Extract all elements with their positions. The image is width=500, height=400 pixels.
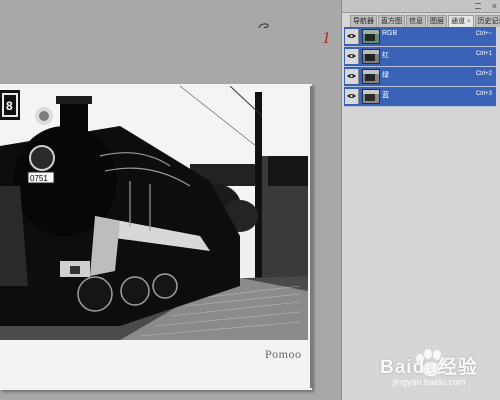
channel-shortcut: Ctrl+3 [475, 91, 492, 97]
photo-badge: 8 [6, 99, 13, 113]
annotation-step-number: 1 [322, 28, 331, 47]
channel-thumbnail [362, 49, 380, 64]
panel-title-bar[interactable]: × [342, 0, 500, 13]
channel-list: RGB Ctrl+~ 红 Ctrl+1 绿 Ctrl+2 蓝 Ctrl+3 [344, 27, 496, 107]
channel-name: 蓝 [382, 92, 389, 99]
channel-row-green[interactable]: 绿 Ctrl+2 [344, 67, 496, 87]
visibility-eye-icon[interactable] [345, 29, 359, 44]
tab-channels-label: 通道 [451, 18, 465, 25]
tab-histogram[interactable]: 直方图 [378, 15, 405, 27]
visibility-eye-icon[interactable] [345, 49, 359, 64]
channel-shortcut: Ctrl+~ [475, 31, 492, 37]
locomotive-number-plate: 0751 [30, 174, 48, 183]
tab-close-icon[interactable]: × [467, 19, 471, 25]
canvas-workspace[interactable]: 0751 8 Pomoo [0, 0, 341, 400]
channel-row-blue[interactable]: 蓝 Ctrl+3 [344, 87, 496, 107]
tab-layers[interactable]: 图层 [427, 15, 447, 27]
tab-navigator[interactable]: 导航器 [350, 15, 377, 27]
watermark-url: jingyan.baidu.com [393, 377, 466, 387]
locomotive-image: 0751 8 [0, 86, 308, 340]
tab-channels[interactable]: 通道 × [448, 15, 474, 27]
panel-tabs: 导航器 直方图 信息 图层 通道× 历史记录 [350, 15, 500, 27]
channel-name: RGB [382, 30, 398, 37]
channel-shortcut: Ctrl+2 [475, 71, 492, 77]
channel-row-red[interactable]: 红 Ctrl+1 [344, 47, 496, 67]
brush-cursor-icon [258, 23, 269, 29]
panel-grip-icon[interactable] [475, 3, 481, 9]
panel-close-icon[interactable]: × [492, 0, 497, 12]
channel-shortcut: Ctrl+1 [475, 51, 492, 57]
channel-name: 绿 [382, 72, 389, 79]
document-shadow [310, 86, 313, 388]
channel-thumbnail [362, 89, 380, 104]
visibility-eye-icon[interactable] [345, 69, 359, 84]
tab-info[interactable]: 信息 [406, 15, 426, 27]
visibility-eye-icon[interactable] [345, 89, 359, 104]
channels-panel: × 导航器 直方图 信息 图层 通道× 历史记录 RGB Ctrl+~ 红 [341, 0, 500, 400]
photo-signature: Pomoo [265, 347, 302, 361]
channel-row-rgb[interactable]: RGB Ctrl+~ [344, 27, 496, 47]
watermark-brand: Baidu经验 [380, 357, 478, 378]
channel-thumbnail [362, 69, 380, 84]
channel-thumbnail [362, 29, 380, 44]
tab-history[interactable]: 历史记录 [474, 15, 500, 27]
train-photo[interactable]: 0751 8 [0, 86, 308, 340]
channel-name: 红 [382, 52, 389, 59]
